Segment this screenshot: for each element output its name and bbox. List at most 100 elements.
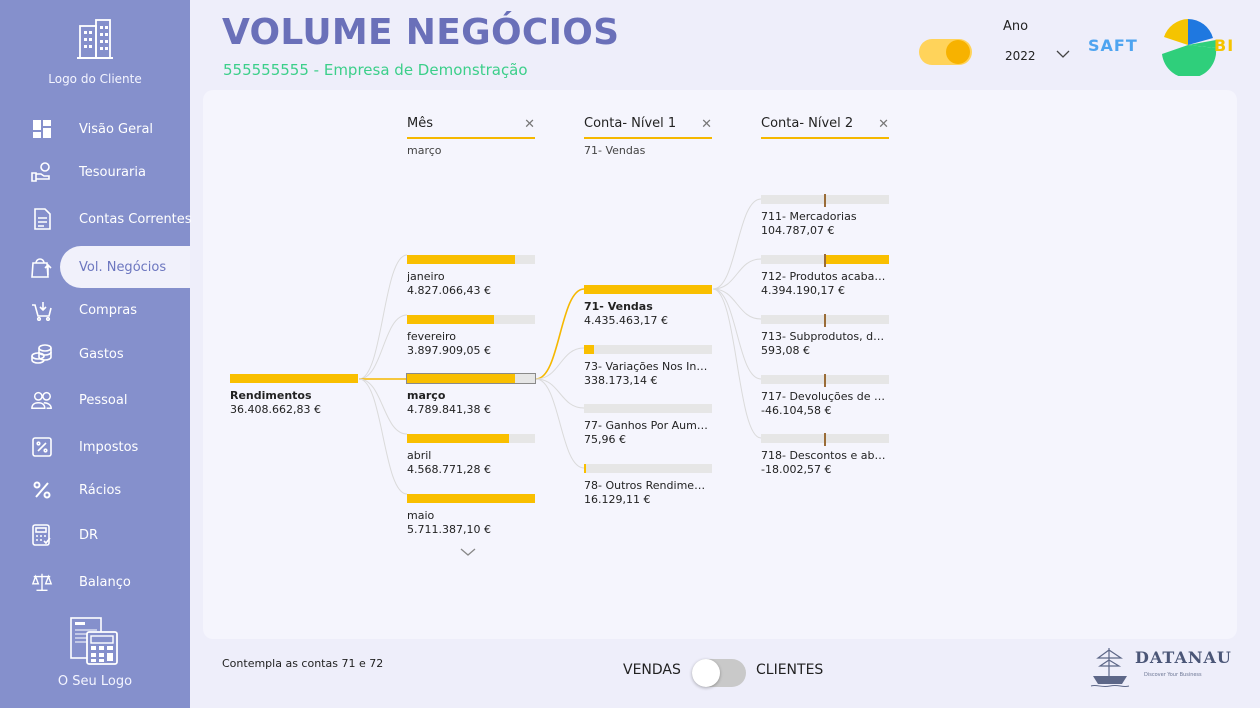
bar-fill bbox=[584, 345, 595, 354]
sidebar-item-gastos[interactable]: Gastos bbox=[0, 333, 190, 375]
sidebar-item-label: Rácios bbox=[79, 482, 122, 498]
sidebar-item-dr[interactable]: DR bbox=[0, 514, 190, 556]
sidebar-item-label: Gastos bbox=[79, 346, 124, 362]
bar-fill bbox=[407, 374, 515, 383]
column-header-nivel-1: Conta- Nível 1 ✕ 71- Vendas bbox=[584, 116, 712, 158]
node-bar bbox=[407, 494, 535, 503]
node-bar bbox=[761, 194, 889, 207]
node-amount: 4.789.841,38 € bbox=[407, 403, 491, 416]
node-amount: 104.787,07 € bbox=[761, 224, 835, 237]
tree-node-level1[interactable]: 78- Outros Rendimentos 16.129,11 € bbox=[584, 464, 712, 506]
node-bar bbox=[761, 433, 889, 446]
close-icon[interactable]: ✕ bbox=[701, 117, 712, 132]
bag-arrow-icon bbox=[31, 256, 53, 278]
node-bar bbox=[584, 404, 712, 413]
vendas-clientes-toggle[interactable] bbox=[692, 659, 746, 687]
node-amount: 4.568.771,28 € bbox=[407, 463, 491, 476]
column-title: Conta- Nível 2 bbox=[761, 116, 854, 131]
toggle-right-label: CLIENTES bbox=[756, 662, 824, 678]
node-bar bbox=[407, 255, 535, 264]
column-underline bbox=[407, 137, 535, 139]
bar-fill bbox=[584, 285, 712, 294]
year-label: Ano bbox=[1003, 19, 1029, 34]
sidebar-item-impostos[interactable]: Impostos bbox=[0, 426, 190, 468]
tree-node-month[interactable]: maio 5.711.387,10 € bbox=[407, 494, 535, 536]
datanau-logo: DATANAU Discover Your Business bbox=[1090, 646, 1240, 690]
building-icon bbox=[77, 19, 113, 59]
column-selection: 71- Vendas bbox=[584, 144, 646, 157]
node-amount: 4.827.066,43 € bbox=[407, 284, 491, 297]
tree-node-level1[interactable]: 73- Variações Nos Inventários da Produçã… bbox=[584, 345, 712, 387]
your-logo-label: O Seu Logo bbox=[57, 674, 133, 689]
calculator-icon bbox=[31, 524, 53, 546]
bar-zero-tick bbox=[824, 194, 826, 207]
brand-tagline: Discover Your Business bbox=[1144, 672, 1202, 678]
sidebar-item-visao-geral[interactable]: Visão Geral bbox=[0, 108, 190, 150]
sidebar-item-contas-correntes[interactable]: Contas Correntes bbox=[0, 198, 192, 240]
brand-right: BI bbox=[1214, 36, 1235, 55]
tree-node-level2[interactable]: 711- Mercadorias 104.787,07 € bbox=[761, 194, 889, 237]
bar-zero-tick bbox=[824, 433, 826, 446]
sidebar-item-label: Pessoal bbox=[79, 392, 128, 408]
tree-node-level2[interactable]: 712- Produtos acabados e intermédios 4.3… bbox=[761, 254, 889, 297]
tree-node-level2[interactable]: 717- Devoluções de vendas -46.104,58 € bbox=[761, 374, 889, 417]
sidebar-item-racios[interactable]: Rácios bbox=[0, 469, 190, 511]
tree-node-month-selected[interactable]: março 4.789.841,38 € bbox=[406, 373, 536, 416]
year-value: 2022 bbox=[1005, 49, 1036, 63]
node-bar bbox=[584, 285, 712, 294]
node-amount: 4.435.463,17 € bbox=[584, 314, 668, 327]
sidebar-item-compras[interactable]: Compras bbox=[0, 289, 190, 331]
node-bar bbox=[584, 345, 712, 354]
node-name: abril bbox=[407, 449, 432, 462]
tree-node-month[interactable]: fevereiro 3.897.909,05 € bbox=[407, 315, 535, 357]
sidebar-item-pessoal[interactable]: Pessoal bbox=[0, 379, 190, 421]
coins-icon bbox=[31, 343, 53, 365]
theme-toggle[interactable] bbox=[919, 39, 972, 65]
node-bar bbox=[230, 374, 358, 383]
node-amount: -18.002,57 € bbox=[761, 463, 832, 476]
tree-node-level2[interactable]: 713- Subprodutos, desperdícios, resíduos… bbox=[761, 314, 889, 357]
node-name: maio bbox=[407, 509, 435, 522]
year-select[interactable]: 2022 bbox=[996, 42, 1076, 70]
node-amount: 4.394.190,17 € bbox=[761, 284, 845, 297]
close-icon[interactable]: ✕ bbox=[524, 117, 535, 132]
node-name: 718- Descontos e abatimentos em vendas bbox=[761, 449, 889, 462]
hand-coin-icon bbox=[31, 161, 53, 183]
chevron-down-icon[interactable] bbox=[460, 547, 476, 557]
bar-zero-tick bbox=[824, 374, 826, 387]
scale-icon bbox=[31, 571, 53, 593]
node-amount: 338.173,14 € bbox=[584, 374, 658, 387]
tree-node-month[interactable]: janeiro 4.827.066,43 € bbox=[407, 255, 535, 297]
tree-node-root[interactable]: Rendimentos 36.408.662,83 € bbox=[230, 374, 358, 416]
node-amount: 36.408.662,83 € bbox=[230, 403, 321, 416]
toggle-knob bbox=[692, 659, 720, 687]
node-amount: 75,96 € bbox=[584, 433, 626, 446]
node-amount: 593,08 € bbox=[761, 344, 810, 357]
toggle-left-label: VENDAS bbox=[623, 662, 681, 678]
footnote: Contempla as contas 71 e 72 bbox=[222, 657, 384, 670]
cart-icon bbox=[31, 299, 53, 321]
sidebar-item-tesouraria[interactable]: Tesouraria bbox=[0, 151, 190, 193]
tree-node-level1[interactable]: 77- Ganhos Por Aumentos de Justo Valor 7… bbox=[584, 404, 712, 446]
node-bar bbox=[406, 373, 536, 384]
sidebar-item-vol-negocios[interactable]: Vol. Negócios bbox=[0, 246, 190, 288]
bar-fill bbox=[407, 494, 535, 503]
pie-logo-icon bbox=[1162, 19, 1217, 76]
close-icon[interactable]: ✕ bbox=[878, 117, 889, 132]
node-name: 717- Devoluções de vendas bbox=[761, 390, 889, 403]
tree-node-level2[interactable]: 718- Descontos e abatimentos em vendas -… bbox=[761, 433, 889, 476]
sidebar-item-label: Visão Geral bbox=[79, 121, 154, 137]
bar-fill bbox=[407, 434, 510, 443]
node-name: 71- Vendas bbox=[584, 300, 653, 313]
tree-node-month[interactable]: abril 4.568.771,28 € bbox=[407, 434, 535, 476]
saft-bi-logo: SAFT BI bbox=[1086, 12, 1246, 78]
node-name: 77- Ganhos Por Aumentos de Justo Valor bbox=[584, 419, 712, 432]
chevron-down-icon bbox=[1056, 50, 1070, 58]
calculator-papers-icon bbox=[70, 617, 118, 665]
tree-node-level1-selected[interactable]: 71- Vendas 4.435.463,17 € bbox=[584, 285, 712, 327]
tax-icon bbox=[31, 436, 53, 458]
column-title: Conta- Nível 1 bbox=[584, 116, 677, 131]
node-bar bbox=[761, 254, 889, 267]
bar-zero-tick bbox=[824, 314, 826, 327]
sidebar-item-balanco[interactable]: Balanço bbox=[0, 561, 190, 603]
